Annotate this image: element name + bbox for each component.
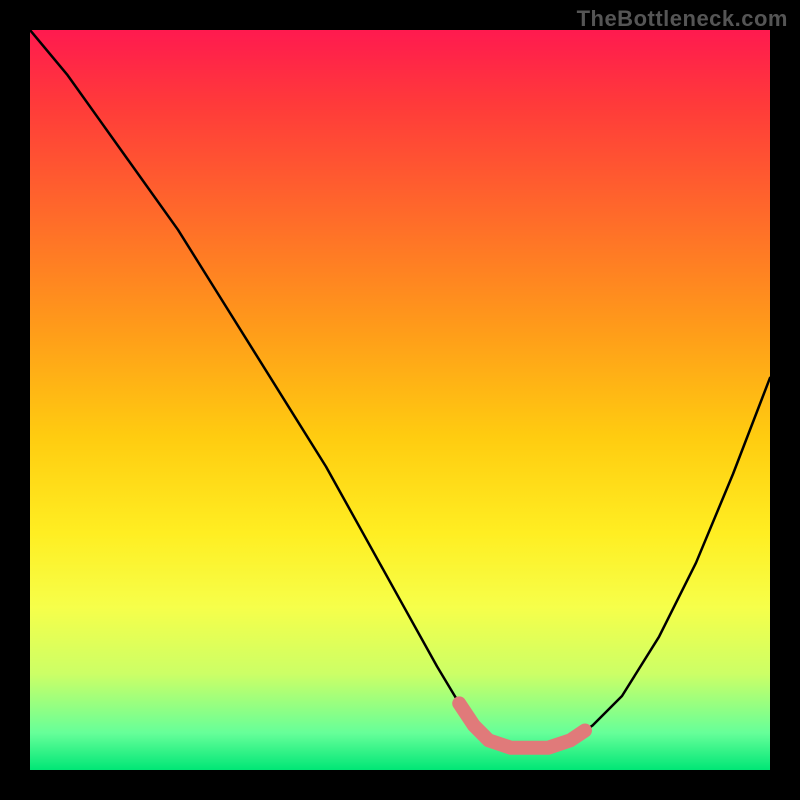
chart-frame: TheBottleneck.com (0, 0, 800, 800)
watermark-text: TheBottleneck.com (577, 6, 788, 32)
bottleneck-curve (30, 30, 770, 748)
plot-area (30, 30, 770, 770)
curve-layer (30, 30, 770, 770)
optimal-range-highlight (459, 703, 585, 747)
